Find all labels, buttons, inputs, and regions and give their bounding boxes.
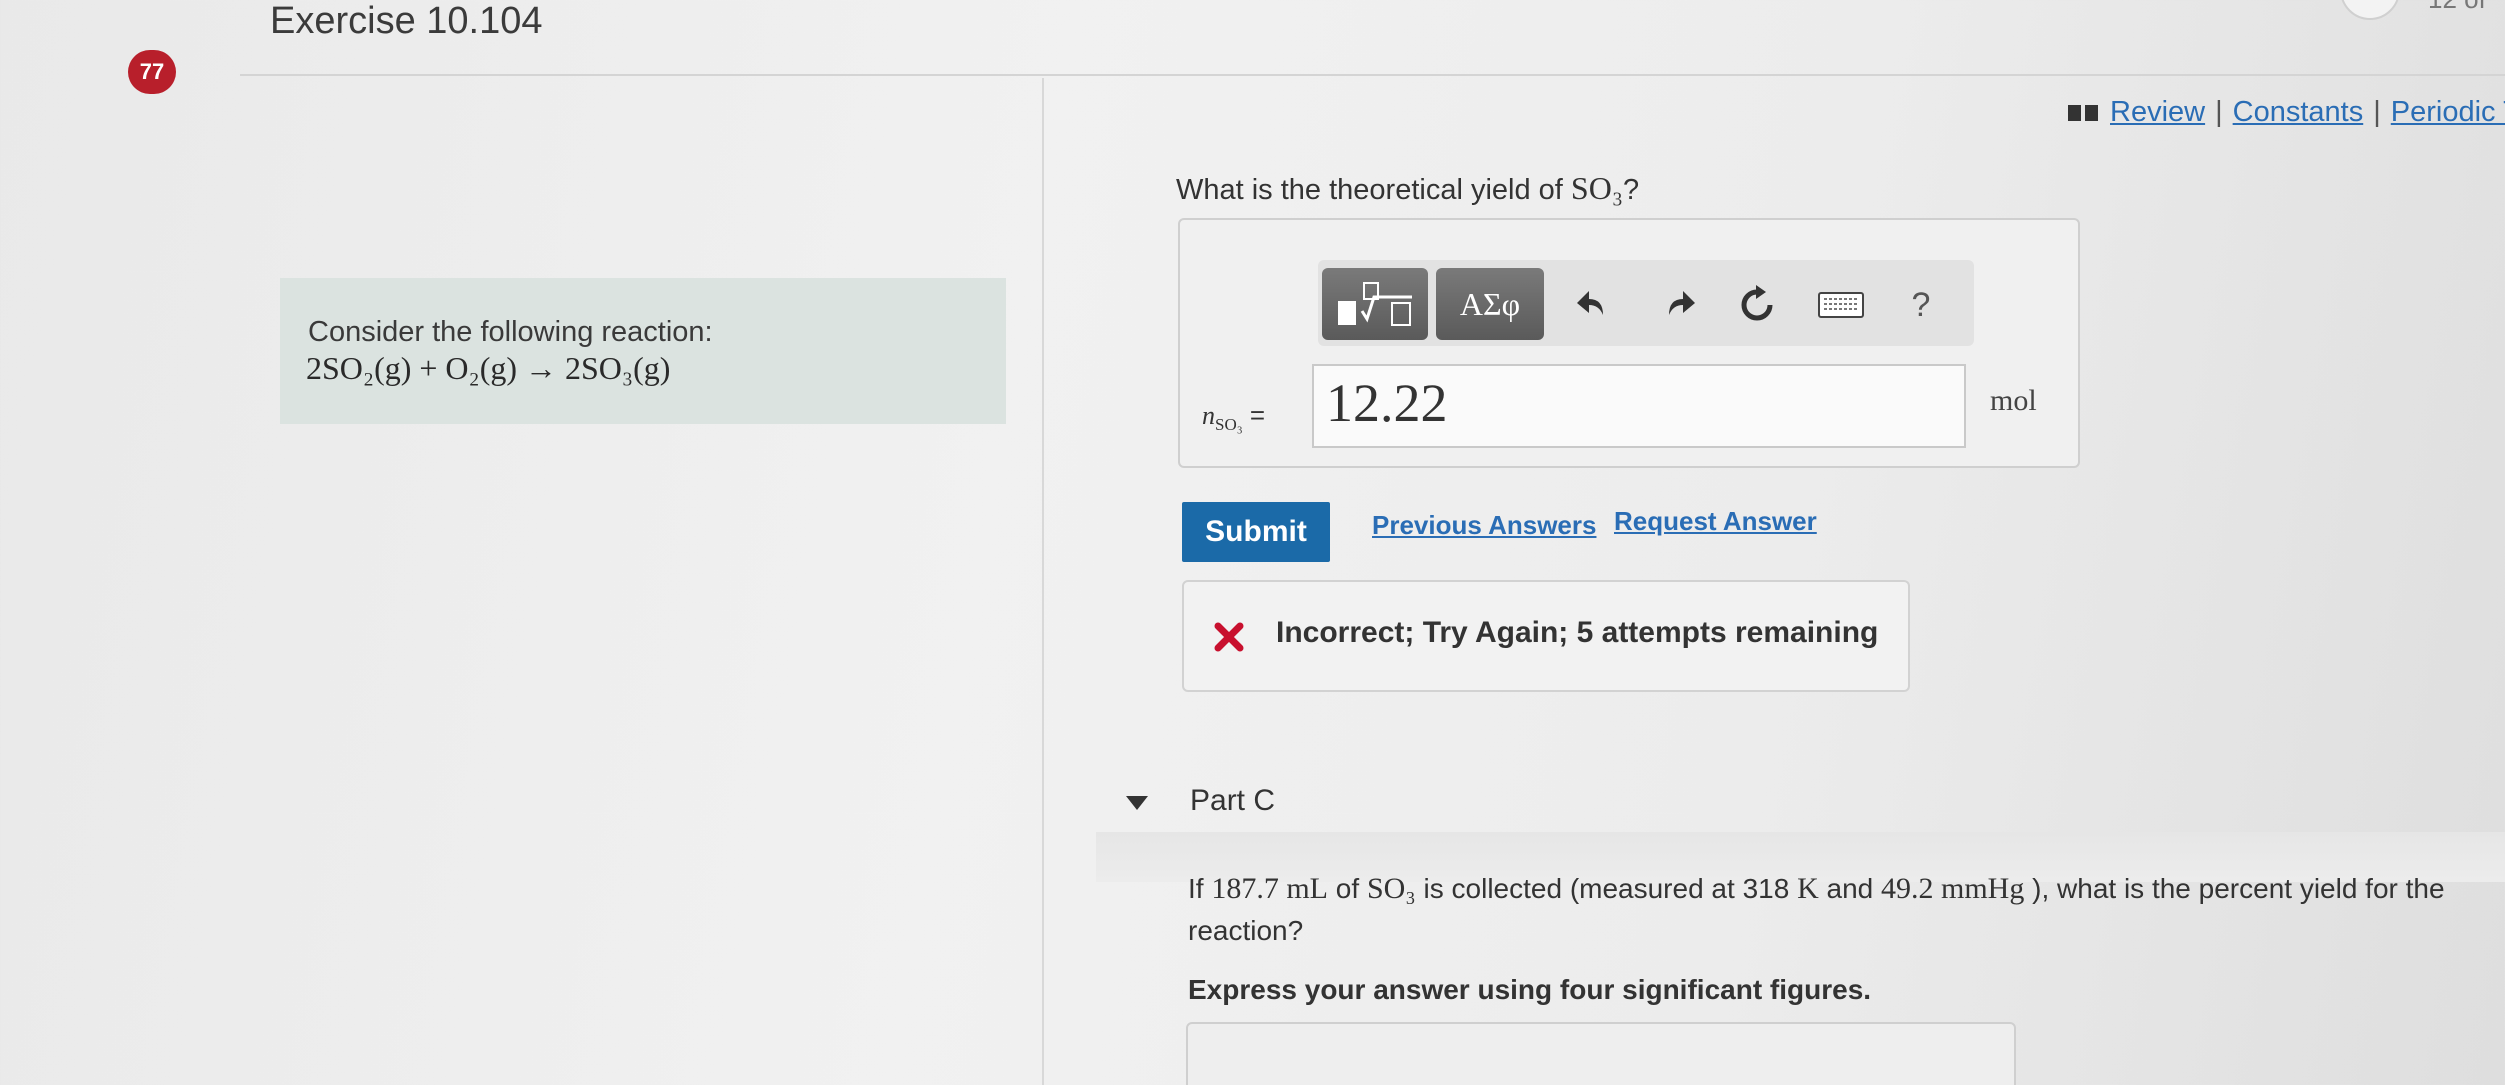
- column-divider: [1042, 78, 1044, 1085]
- symbols-button[interactable]: ΑΣφ: [1436, 268, 1544, 340]
- reaction-equation: 2SO₂(g) + O₂(g) → 2SO₃(g): [306, 350, 671, 386]
- submit-button[interactable]: Submit: [1182, 502, 1330, 562]
- page-counter: 12 of: [2428, 0, 2486, 15]
- part-c-instruction: Express your answer using four significa…: [1188, 974, 1872, 1005]
- periodic-table-link[interactable]: Periodic T: [2391, 96, 2505, 128]
- resource-links: Review | Constants | Periodic T: [2068, 96, 2505, 129]
- reaction-intro: Consider the following reaction:: [308, 316, 713, 348]
- answer-variable-label: nSO₃ =: [1202, 400, 1266, 435]
- header-divider: [240, 74, 2505, 76]
- part-b-question: What is the theoretical yield of SO₃?: [1176, 170, 1640, 206]
- help-button[interactable]: ?: [1896, 280, 1946, 330]
- redo-icon[interactable]: [1654, 280, 1704, 330]
- incorrect-icon: [1214, 622, 1244, 652]
- book-icon: [2068, 105, 2098, 122]
- part-c-header[interactable]: Part C: [1190, 784, 1275, 818]
- reset-icon[interactable]: [1732, 280, 1782, 330]
- answer-input[interactable]: 12.22: [1312, 364, 1966, 448]
- nav-button[interactable]: [2340, 0, 2400, 20]
- feedback-message: Incorrect; Try Again; 5 attempts remaini…: [1276, 616, 1879, 649]
- link-separator: |: [2373, 96, 2381, 128]
- previous-answers-link[interactable]: Previous Answers: [1372, 510, 1596, 541]
- unit-label: mol: [1990, 384, 2037, 417]
- request-answer-link[interactable]: Request Answer: [1614, 506, 1817, 537]
- exercise-title: Exercise 10.104: [270, 0, 543, 42]
- chevron-down-icon[interactable]: [1126, 796, 1148, 810]
- link-separator: |: [2215, 96, 2223, 128]
- templates-icon: [1338, 282, 1412, 326]
- undo-icon[interactable]: [1568, 280, 1618, 330]
- keyboard-icon[interactable]: [1816, 280, 1866, 330]
- review-link[interactable]: Review: [2110, 96, 2205, 128]
- question-number-badge: 77: [128, 50, 176, 94]
- constants-link[interactable]: Constants: [2233, 96, 2364, 128]
- part-c-answer-panel[interactable]: [1186, 1022, 2016, 1085]
- templates-button[interactable]: [1322, 268, 1428, 340]
- part-c-question: If 187.7 mL of SO₃ is collected (measure…: [1188, 872, 2445, 946]
